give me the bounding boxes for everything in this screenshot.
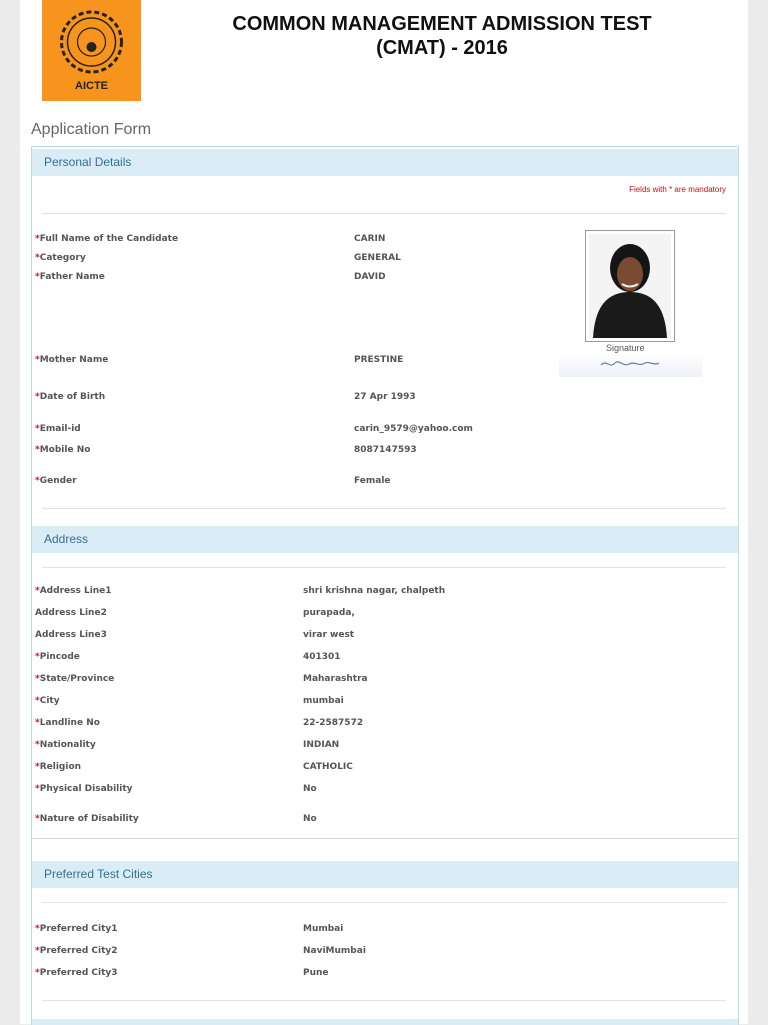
value-nature-of-disability: No [303, 814, 317, 824]
label-nature-of-disability: *Nature of Disability [35, 814, 139, 824]
label-full-name: *Full Name of the Candidate [35, 234, 179, 244]
address-heading: Address [44, 532, 89, 546]
label-mobile: *Mobile No [35, 445, 91, 455]
divider [42, 567, 726, 568]
value-mobile: 8087147593 [354, 445, 417, 455]
value-email: carin_9579@yahoo.com [354, 424, 473, 434]
candidate-portrait-icon [589, 234, 671, 338]
label-mother-name: *Mother Name [35, 355, 109, 365]
value-nationality: INDIAN [303, 740, 340, 750]
value-address-line3: virar west [303, 630, 355, 640]
logo-text: AICTE [75, 80, 108, 92]
label-dob: *Date of Birth [35, 392, 106, 402]
value-pincode: 401301 [303, 652, 341, 662]
cog-emblem-icon [60, 10, 123, 74]
value-full-name: CARIN [354, 234, 386, 244]
label-gender: *Gender [35, 476, 77, 486]
value-state: Maharashtra [303, 674, 368, 684]
title-line-2: (CMAT) - 2016 [376, 37, 508, 59]
preferred-cities-heading: Preferred Test Cities [44, 867, 153, 881]
label-address-line2: Address Line2 [35, 608, 107, 618]
next-section-header [32, 1019, 738, 1025]
divider [42, 508, 726, 509]
label-nationality: *Nationality [35, 740, 96, 750]
value-landline: 22-2587572 [303, 718, 364, 728]
divider [42, 902, 726, 903]
signature-label: Signature [606, 343, 645, 353]
label-father-name: *Father Name [35, 272, 105, 282]
label-preferred-city2: *Preferred City2 [35, 946, 118, 956]
signature-scribble-icon [600, 361, 660, 366]
label-state: *State/Province [35, 674, 115, 684]
divider [32, 838, 738, 839]
value-preferred-city3: Pune [303, 968, 329, 978]
label-email: *Email-id [35, 424, 81, 434]
personal-details-header: Personal Details [32, 149, 738, 176]
value-gender: Female [354, 476, 391, 486]
value-address-line2: purapada, [303, 608, 355, 618]
value-religion: CATHOLIC [303, 762, 353, 772]
divider [42, 213, 726, 214]
candidate-photo [585, 230, 675, 342]
value-dob: 27 Apr 1993 [354, 392, 416, 402]
value-address-line1: shri krishna nagar, chalpeth [303, 586, 446, 596]
form-title: Application Form [31, 121, 152, 138]
value-category: GENERAL [354, 253, 401, 263]
page-title: COMMON MANAGEMENT ADMISSION TEST (CMAT) … [170, 12, 714, 60]
value-preferred-city2: NaviMumbai [303, 946, 366, 956]
address-header: Address [32, 526, 738, 553]
value-city: mumbai [303, 696, 344, 706]
aicte-logo: AICTE [42, 0, 141, 101]
value-father-name: DAVID [354, 272, 386, 282]
label-religion: *Religion [35, 762, 82, 772]
label-preferred-city3: *Preferred City3 [35, 968, 118, 978]
mandatory-note: Fields with * are mandatory [629, 185, 726, 194]
label-landline: *Landline No [35, 718, 100, 728]
label-address-line1: *Address Line1 [35, 586, 112, 596]
label-city: *City [35, 696, 60, 706]
personal-details-heading: Personal Details [44, 155, 132, 169]
divider [42, 1000, 726, 1001]
value-mother-name: PRESTINE [354, 355, 404, 365]
signature-box [559, 353, 702, 377]
value-preferred-city1: Mumbai [303, 924, 344, 934]
label-pincode: *Pincode [35, 652, 80, 662]
page: AICTE COMMON MANAGEMENT ADMISSION TEST (… [20, 0, 748, 1025]
preferred-cities-header: Preferred Test Cities [32, 861, 738, 888]
title-line-1: COMMON MANAGEMENT ADMISSION TEST [232, 13, 652, 35]
label-physical-disability: *Physical Disability [35, 784, 133, 794]
application-panel: Personal Details Fields with * are manda… [31, 146, 739, 1025]
label-preferred-city1: *Preferred City1 [35, 924, 118, 934]
label-category: *Category [35, 253, 86, 263]
label-address-line3: Address Line3 [35, 630, 107, 640]
value-physical-disability: No [303, 784, 317, 794]
